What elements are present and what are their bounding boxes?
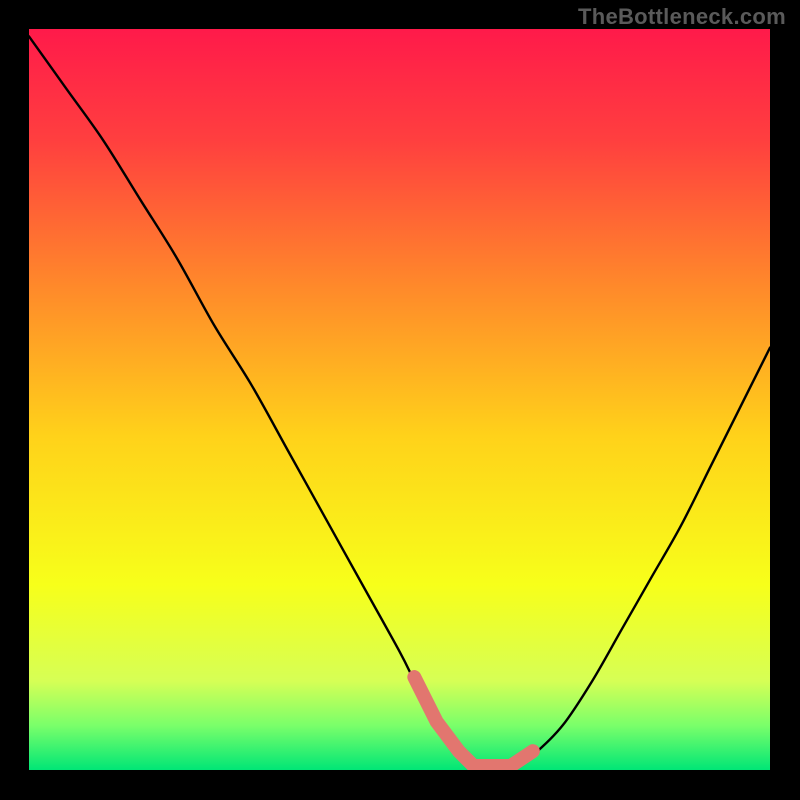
plot-background (29, 29, 770, 770)
chart-stage: TheBottleneck.com (0, 0, 800, 800)
bottleneck-chart (0, 0, 800, 800)
watermark-text: TheBottleneck.com (578, 4, 786, 30)
